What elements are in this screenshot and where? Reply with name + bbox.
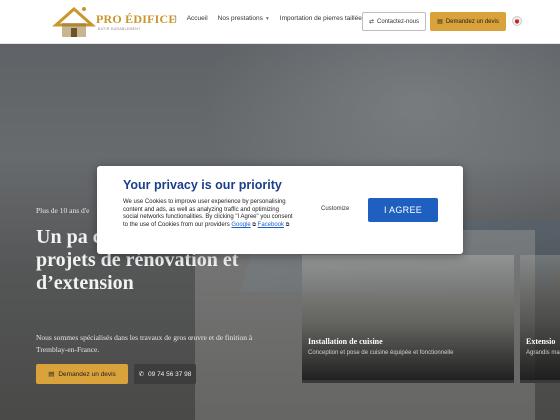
contact-button-label: Contactez-nous <box>377 18 420 25</box>
customize-button[interactable]: Customize <box>321 206 349 212</box>
nav-separator: | <box>175 15 177 22</box>
hero-kicker: Plus de 10 ans d'e <box>36 206 90 215</box>
agree-button[interactable]: I AGREE <box>368 198 438 222</box>
logo[interactable]: PRO ÉDIFICE BATIR DURABLEMENT <box>52 3 176 41</box>
language-flag-icon[interactable] <box>512 16 522 26</box>
service-card-title: Extensio <box>526 337 556 346</box>
cookie-title: Your privacy is our priority <box>123 178 282 192</box>
service-card-text: Conception et pose de cuisine équipée et… <box>308 350 454 356</box>
cookie-consent-dialog: Your privacy is our priority We use Cook… <box>97 166 463 254</box>
devis-button-header[interactable]: ▤ Demandez un devis <box>430 12 506 31</box>
facebook-link[interactable]: Facebook <box>258 222 284 228</box>
devis-button-header-label: Demandez un devis <box>445 18 499 25</box>
service-card-cuisine[interactable]: Installation de cuisine Conception et po… <box>302 255 514 380</box>
service-card-bar <box>520 380 560 383</box>
document-icon: ▤ <box>48 371 55 378</box>
service-card-extension[interactable]: Extensio Agrandis maçonne <box>520 255 560 380</box>
logo-house-icon <box>52 6 96 37</box>
service-card-bar <box>302 380 514 383</box>
service-card-title: Installation de cuisine <box>308 337 383 346</box>
devis-button-hero-label: Demandez un devis <box>58 370 116 378</box>
hero-description: Nous sommes spécialisés dans les travaux… <box>36 333 253 354</box>
contact-button[interactable]: ⇄ Contactez-nous <box>362 12 426 31</box>
nav-item-prestations-label: Nos prestations <box>217 15 263 22</box>
phone-icon: ✆ <box>138 371 145 378</box>
external-link-icon: ⧉ <box>252 221 256 228</box>
google-link[interactable]: Google <box>231 222 250 228</box>
nav-item-prestations[interactable]: Nos prestations ▼ <box>218 15 270 22</box>
site-header: PRO ÉDIFICE BATIR DURABLEMENT | Accueil … <box>0 0 560 44</box>
logo-tagline: BATIR DURABLEMENT <box>98 27 141 31</box>
external-link-icon: ⧉ <box>285 221 290 228</box>
nav-item-accueil[interactable]: Accueil <box>187 15 208 22</box>
nav-item-importation[interactable]: Importation de pierres taillées <box>280 15 365 22</box>
main-nav: | Accueil Nos prestations ▼ Importation d… <box>175 15 365 22</box>
devis-button-hero[interactable]: ▤ Demandez un devis <box>36 364 128 384</box>
contact-icon: ⇄ <box>368 19 374 25</box>
cookie-body: We use Cookies to improve user experienc… <box>123 199 293 229</box>
service-card-text: Agrandis maçonne <box>526 350 560 356</box>
document-icon: ▤ <box>437 19 443 25</box>
phone-button[interactable]: ✆ 09 74 56 37 98 <box>134 364 196 384</box>
chevron-down-icon: ▼ <box>264 16 270 22</box>
logo-name: PRO ÉDIFICE <box>96 12 177 26</box>
phone-number: 09 74 56 37 98 <box>148 370 192 378</box>
